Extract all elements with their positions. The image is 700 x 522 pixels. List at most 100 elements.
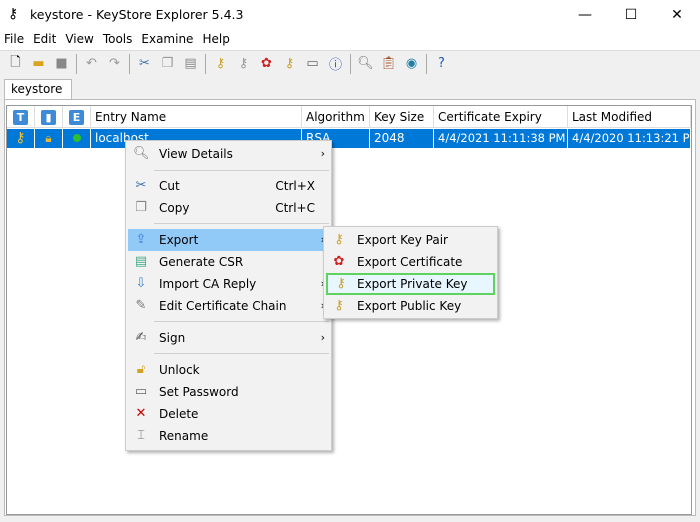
examine-ssl-icon[interactable]: ◉ — [402, 54, 422, 74]
menu-file[interactable]: File — [4, 30, 29, 50]
paste-icon[interactable]: ▤ — [181, 54, 201, 74]
menu-label: Cut — [159, 179, 180, 193]
new-icon[interactable]: 🗋 — [6, 54, 26, 74]
menu-item-export-certificate-chain[interactable]: ✿Export Certificate Chain — [326, 251, 495, 291]
chevron-right-icon: › — [320, 331, 325, 344]
edit-chain-icon: ✎ — [135, 298, 147, 313]
help-icon[interactable]: ? — [432, 54, 452, 74]
menu-help[interactable]: Help — [202, 30, 234, 50]
menu-item-unlock[interactable]: 🔓︎ Unlock — [128, 359, 329, 381]
toolbar-separator — [129, 53, 130, 74]
type-column-icon: T — [13, 110, 28, 125]
redo-icon[interactable]: ↷ — [105, 54, 125, 74]
save-icon[interactable]: ■ — [52, 54, 72, 74]
column-header-certificate-expiry[interactable]: Certificate Expiry — [434, 106, 568, 128]
menu-label: Export Private Key — [357, 277, 468, 291]
copy-icon[interactable]: ❐ — [158, 54, 178, 74]
menu-item-export-private-key[interactable]: ⚷ Export Private Key — [326, 273, 495, 295]
import-trusted-cert-icon[interactable]: ✿ — [257, 54, 277, 74]
menu-item-copy[interactable]: ❐ Copy Ctrl+C — [128, 197, 329, 219]
tab-label: keystore — [11, 82, 63, 96]
import-icon: ⇩ — [135, 276, 147, 291]
generate-secret-key-icon[interactable]: ⚷ — [234, 54, 254, 74]
import-key-pair-icon[interactable]: ⚷ — [280, 54, 300, 74]
toolbar-separator — [76, 53, 77, 74]
column-header-expiry-status[interactable]: E — [63, 106, 91, 128]
close-button[interactable]: ✕ — [654, 0, 700, 30]
tab-keystore[interactable]: keystore ✖ — [4, 79, 72, 110]
generate-key-pair-icon[interactable]: ⚷ — [211, 54, 231, 74]
menu-label: Generate CSR — [159, 255, 244, 269]
menu-label: Edit Certificate Chain — [159, 299, 287, 313]
minimize-button[interactable]: — — [562, 0, 608, 30]
menu-bar: File Edit View Tools Examine Help — [0, 30, 700, 50]
menu-item-view-details[interactable]: 🔍︎ View Details › — [128, 143, 329, 165]
cut-icon[interactable]: ✂ — [135, 54, 155, 74]
menu-label: Export Public Key — [357, 299, 462, 313]
menu-label: Delete — [159, 407, 199, 421]
certificate-expiry-cell: 4/4/2021 11:11:38 PM BOT — [434, 129, 568, 148]
menu-item-export-key-pair[interactable]: ⚷ Export Key Pair — [326, 229, 495, 251]
window-title: keystore - KeyStore Explorer 5.4.3 — [30, 7, 244, 22]
menu-label: Unlock — [159, 363, 200, 377]
key-size-cell: 2048 — [370, 129, 434, 148]
menu-label: Sign — [159, 331, 186, 345]
menu-item-import-ca-reply[interactable]: ⇩Import CA Reply› — [128, 273, 329, 295]
examine-clipboard-icon[interactable]: 📋︎ — [379, 54, 399, 74]
menu-label: Import CA Reply — [159, 277, 257, 291]
menu-tools[interactable]: Tools — [103, 30, 138, 50]
open-folder-icon[interactable]: ▬ — [29, 54, 49, 74]
app-keys-icon: ⚷ — [8, 6, 19, 22]
locked-icon: 🔒︎ — [35, 129, 63, 148]
export-icon: ⇪ — [135, 232, 147, 247]
key-pair-icon: ⚷ — [334, 232, 344, 247]
unlock-icon: 🔓︎ — [136, 362, 146, 377]
menu-examine[interactable]: Examine — [141, 30, 198, 50]
menu-item-delete[interactable]: ✕ Delete — [128, 403, 329, 425]
set-password-icon[interactable]: ▭ — [303, 54, 323, 74]
column-header-type[interactable]: T — [7, 106, 35, 128]
properties-info-icon[interactable]: ⓘ — [326, 54, 346, 74]
menu-label: Export Key Pair — [357, 233, 448, 247]
export-submenu: ⚷ Export Key Pair ✿Export Certificate Cha… — [323, 226, 498, 319]
menu-label: Copy — [159, 201, 190, 215]
menu-label: Export — [159, 233, 199, 247]
toolbar-separator — [350, 53, 351, 74]
column-header-last-modified[interactable]: Last Modified — [568, 106, 691, 128]
menu-item-generate-csr[interactable]: ▤ Generate CSR — [128, 251, 329, 273]
column-header-key-size[interactable]: Key Size — [370, 106, 434, 128]
certificate-icon: ✿ — [333, 254, 345, 269]
toolbar-separator — [426, 53, 427, 74]
last-modified-cell: 4/4/2020 11:13:21 PM... — [568, 129, 691, 148]
column-header-algorithm[interactable]: Algorithm — [302, 106, 370, 128]
menu-edit[interactable]: Edit — [33, 30, 61, 50]
menu-separator — [154, 223, 329, 224]
private-key-icon: ⚷ — [336, 276, 346, 291]
delete-x-icon: ✕ — [135, 406, 147, 421]
menu-view[interactable]: View — [65, 30, 98, 50]
menu-separator — [154, 170, 329, 171]
menu-separator — [154, 321, 329, 322]
menu-item-edit-certificate-chain[interactable]: ✎Edit Certificate Chain› — [128, 295, 329, 317]
menu-item-sign[interactable]: ✍ Sign › — [128, 327, 329, 349]
menu-item-cut[interactable]: ✂ Cut Ctrl+X — [128, 175, 329, 197]
column-header-lock[interactable]: ▮ — [35, 106, 63, 128]
maximize-button[interactable]: ☐ — [608, 0, 654, 30]
menu-item-export-public-key[interactable]: ⚷ Export Public Key — [326, 295, 495, 317]
column-header-entry-name[interactable]: Entry Name — [91, 106, 302, 128]
key-pair-icon: ⚷ — [7, 129, 35, 148]
undo-icon[interactable]: ↶ — [82, 54, 102, 74]
magnifier-icon: 🔍︎ — [133, 146, 150, 161]
menu-label: Set Password — [159, 385, 239, 399]
menu-label: Rename — [159, 429, 209, 443]
csr-document-icon: ▤ — [134, 254, 148, 269]
menu-item-rename[interactable]: ⌶ Rename — [128, 425, 329, 447]
expiry-column-icon: E — [69, 110, 84, 125]
examine-file-icon[interactable]: 🔍︎ — [356, 54, 376, 74]
toolbar: 🗋 ▬ ■ ↶ ↷ ✂ ❐ ▤ ⚷ ⚷ ✿ ⚷ ▭ ⓘ 🔍︎ 📋︎ ◉ ? — [0, 50, 700, 76]
menu-item-export[interactable]: ⇪Export› — [128, 229, 329, 251]
menu-item-set-password[interactable]: ▭ Set Password — [128, 381, 329, 403]
copy-icon: ❐ — [135, 200, 147, 215]
menu-separator — [154, 353, 329, 354]
menu-label: View Details — [159, 147, 233, 161]
